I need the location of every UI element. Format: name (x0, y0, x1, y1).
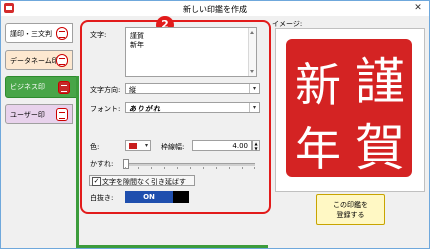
direction-label: 文字方向: (90, 86, 121, 94)
invert-label: 白抜き: (90, 194, 114, 202)
text-label: 文字: (90, 31, 107, 39)
color-picker-button[interactable]: ▾ (125, 140, 151, 151)
chevron-down-icon: ▾ (249, 103, 259, 112)
tick (138, 167, 139, 169)
close-icon[interactable]: ✕ (410, 2, 426, 14)
settings-panel: 2 文字: 謹賀 新年 文字方向: 縦 ▾ フォント: ありがれ ▾ 色: ▾ (80, 16, 271, 214)
border-width-input[interactable]: 4.00 (192, 140, 252, 151)
checkbox-label: 文字を隙間なく引き延ばす (102, 178, 186, 186)
color-label: 色: (90, 143, 100, 151)
font-select[interactable]: ありがれ ▾ (125, 102, 260, 113)
tick (190, 167, 191, 169)
date-stamp-icon (56, 54, 68, 67)
slider-ticks (125, 167, 255, 169)
direction-value: 縦 (129, 86, 136, 94)
tick (216, 167, 217, 169)
blur-slider-track[interactable] (125, 163, 255, 166)
font-value: ありがれ (129, 104, 161, 113)
tab-user[interactable]: ユーザー印 (5, 104, 73, 124)
register-stamp-button[interactable]: この印鑑を 登録する (316, 194, 385, 225)
tick (254, 167, 255, 169)
tab-border-bottom (76, 245, 268, 248)
title-bar: 新しい印鑑を作成 ✕ (1, 1, 429, 16)
scrollbar[interactable] (248, 28, 256, 76)
border-width-label: 枠線幅: (161, 143, 185, 151)
register-line2: 登録する (336, 211, 365, 219)
user-stamp-icon (56, 108, 68, 121)
tab-data-name[interactable]: データネーム印 (5, 50, 73, 70)
invert-toggle[interactable]: ON (125, 191, 189, 203)
toggle-on-label: ON (125, 191, 173, 203)
seal-char: 謹 (355, 53, 405, 111)
tab-kin-in[interactable]: 謹印・三文判 (5, 23, 73, 43)
seal-preview: 謹 新 賀 年 (286, 39, 412, 177)
tick (242, 167, 243, 169)
app-window: 新しい印鑑を作成 ✕ 謹印・三文判 データネーム印 ビジネス印 ユーザー印 2 … (0, 0, 430, 249)
chevron-down-icon: ▾ (249, 84, 259, 93)
seal-char: 新 (295, 58, 341, 112)
tick (229, 167, 230, 169)
tick (125, 167, 126, 169)
window-client: 謹印・三文判 データネーム印 ビジネス印 ユーザー印 2 文字: 謹賀 新年 文… (1, 16, 429, 248)
check-icon[interactable]: ✓ (92, 177, 101, 186)
stretch-text-checkbox[interactable]: ✓ 文字を隙間なく引き延ばす (89, 175, 195, 186)
round-stamp-icon (56, 27, 68, 40)
seal-char: 年 (295, 122, 341, 176)
tab-border (76, 76, 79, 248)
seal-char: 賀 (355, 119, 405, 177)
preview-box: 謹 新 賀 年 (275, 28, 425, 192)
text-input[interactable]: 謹賀 新年 (125, 27, 257, 77)
color-swatch (129, 143, 137, 149)
tab-label: ビジネス印 (10, 83, 45, 91)
tab-label: データネーム印 (10, 57, 59, 65)
tab-label: ユーザー印 (10, 111, 45, 119)
tick (203, 167, 204, 169)
tab-label: 謹印・三文判 (10, 30, 52, 38)
tick (177, 167, 178, 169)
direction-select[interactable]: 縦 ▾ (125, 83, 260, 94)
border-width-value: 4.00 (232, 142, 248, 150)
blur-label: かすれ: (90, 160, 114, 168)
border-width-spinner[interactable]: ▲ ▼ (252, 140, 260, 151)
tick (164, 167, 165, 169)
tick (151, 167, 152, 169)
window-title: 新しい印鑑を作成 (183, 5, 247, 14)
seal-image: 謹 新 賀 年 (295, 53, 405, 177)
square-stamp-icon (58, 81, 70, 94)
text-line: 新年 (130, 41, 144, 49)
register-line1: この印鑑を (333, 201, 368, 209)
chevron-down-icon: ▾ (144, 142, 148, 149)
font-label: フォント: (90, 105, 121, 113)
tab-business[interactable]: ビジネス印 (5, 76, 77, 98)
